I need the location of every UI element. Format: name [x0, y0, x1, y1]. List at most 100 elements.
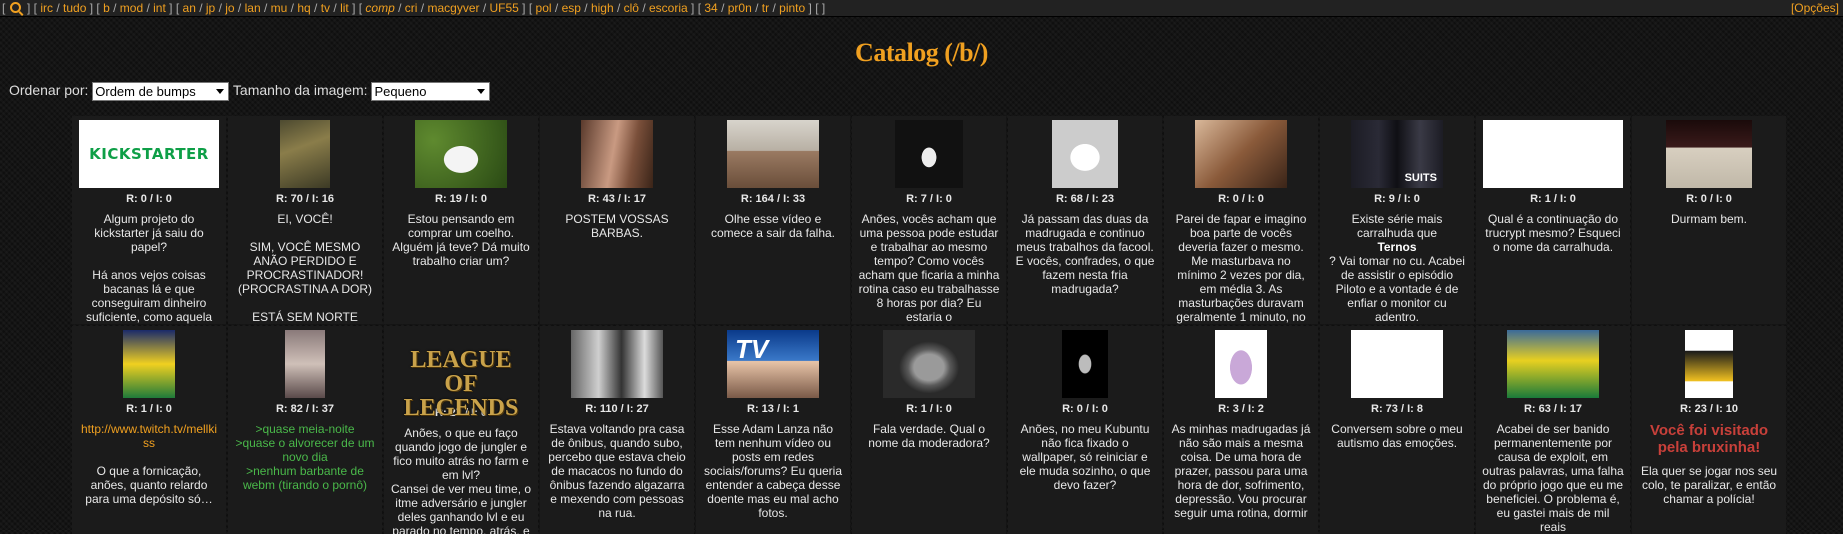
catalog-thread[interactable]: R: 7 / I: 0 Anões, vocês acham que uma pe…	[852, 116, 1006, 324]
catalog-thread[interactable]: LEAGUE OF LEGENDS R: 27 / I: 0 Anões, o qu…	[384, 326, 538, 534]
catalog-thread[interactable]: R: 43 / I: 17 POSTEM VOSSAS BARBAS.	[540, 116, 694, 324]
sort-select[interactable]: Ordem de bumps	[92, 82, 230, 101]
catalog-thread[interactable]: R: 82 / I: 37 >quase meia-noite >quase o …	[228, 326, 382, 534]
image-size-select[interactable]: Pequeno	[371, 82, 491, 101]
board-link-34[interactable]: 34	[704, 1, 717, 15]
board-link-b[interactable]: b	[103, 1, 110, 15]
catalog-thread[interactable]: TV R: 13 / I: 1 Esse Adam Lanza não tem ne…	[696, 326, 850, 534]
board-link-esp[interactable]: esp	[562, 1, 581, 15]
catalog-thread[interactable]: R: 68 / I: 23 Já passam das duas da madru…	[1008, 116, 1162, 324]
thread-thumbnail[interactable]	[123, 330, 175, 398]
board-link-pol[interactable]: pol	[536, 1, 552, 15]
search-icon[interactable]	[9, 2, 21, 13]
board-link-mod[interactable]: mod	[120, 1, 143, 15]
board-link-mu[interactable]: mu	[271, 1, 288, 15]
thread-thumbnail[interactable]	[571, 330, 663, 398]
thread-teaser: Você foi visitado pela bruxinha! Ela quer…	[1632, 416, 1786, 506]
board-link-pr0n[interactable]: pr0n	[728, 1, 752, 15]
reply-image-count: R: 0 / I: 0	[126, 193, 172, 205]
thread-thumbnail[interactable]	[895, 120, 963, 188]
bracket-close: ]	[805, 1, 816, 15]
teaser-text: Fala verdade. Qual o nome da moderadora?	[868, 422, 990, 450]
thread-thumbnail[interactable]: SUITS	[1351, 120, 1443, 188]
catalog-thread[interactable]: R: 1 / I: 0 Fala verdade. Qual o nome da …	[852, 326, 1006, 534]
bracket-open: [	[528, 1, 536, 15]
board-link-jo[interactable]: jo	[225, 1, 234, 15]
reply-image-count: R: 73 / I: 8	[1371, 403, 1423, 415]
page-title: Catalog (/b/)	[855, 38, 988, 67]
board-link-hq[interactable]: hq	[297, 1, 310, 15]
board-link-jp[interactable]: jp	[206, 1, 215, 15]
thread-teaser: Olhe esse vídeo e comece a sair da falha…	[696, 206, 850, 240]
thread-thumbnail[interactable]	[1507, 330, 1599, 398]
bracket-separator: ] [	[23, 1, 41, 15]
board-link-cri[interactable]: cri	[405, 1, 418, 15]
thread-thumbnail[interactable]: KICKSTARTER	[79, 120, 219, 188]
catalog-thread[interactable]: R: 0 / I: 0 Anões, no meu Kubuntu não fic…	[1008, 326, 1162, 534]
reply-image-count: R: 0 / I: 0	[1062, 403, 1108, 415]
thread-thumbnail[interactable]	[280, 120, 330, 188]
board-link-lit[interactable]: lit	[340, 1, 349, 15]
board-list: [ ] [ irc / tudo ] [ b / mod / int ] [ a…	[2, 0, 825, 16]
bracket-close: ]	[518, 1, 529, 15]
board-link-tv[interactable]: tv	[321, 1, 330, 15]
catalog-thread[interactable]: R: 3 / I: 2 As minhas madrugadas já não s…	[1164, 326, 1318, 534]
catalog-thread[interactable]: R: 0 / I: 0 Parei de fapar e imagino boa …	[1164, 116, 1318, 324]
board-separator: /	[613, 1, 624, 15]
reply-image-count: R: 82 / I: 37	[275, 403, 335, 415]
catalog-thread[interactable]: R: 1 / I: 0 Qual é a continuação do trucr…	[1476, 116, 1630, 324]
teaser-text_before: Existe série mais carralhuda que	[1351, 212, 1443, 240]
thread-thumbnail[interactable]	[883, 330, 975, 398]
board-link-lan[interactable]: lan	[245, 1, 261, 15]
options-link[interactable]: [Opções]	[1791, 0, 1839, 16]
catalog-thread[interactable]: R: 0 / I: 0 Durmam bem.	[1632, 116, 1786, 324]
chevron-down-icon	[216, 89, 225, 94]
thread-thumbnail[interactable]	[1666, 120, 1752, 188]
reply-image-count: R: 1 / I: 0	[1530, 193, 1576, 205]
board-link-an[interactable]: an	[183, 1, 196, 15]
catalog-thread[interactable]: R: 1 / I: 0 http://www.twitch.tv/mellkiss…	[72, 326, 226, 534]
thread-thumbnail[interactable]	[1195, 120, 1287, 188]
thread-thumbnail[interactable]	[1062, 330, 1108, 398]
catalog-thread[interactable]: R: 23 / I: 10 Você foi visitado pela brux…	[1632, 326, 1786, 534]
catalog-thread[interactable]: R: 63 / I: 17 Acabei de ser banido perman…	[1476, 326, 1630, 534]
board-link-irc[interactable]: irc	[40, 1, 53, 15]
teaser-text: Estou pensando em comprar um coelho. Alg…	[392, 212, 530, 268]
board-link-high[interactable]: high	[591, 1, 614, 15]
thread-thumbnail[interactable]	[1351, 330, 1443, 398]
board-link-pinto[interactable]: pinto	[779, 1, 805, 15]
thread-thumbnail[interactable]	[1215, 330, 1267, 398]
catalog-thread[interactable]: R: 70 / I: 16 EI, VOCÊ! SIM, VOCÊ MESMO A…	[228, 116, 382, 324]
thread-thumbnail[interactable]	[1483, 120, 1623, 188]
thread-thumbnail[interactable]	[581, 120, 653, 188]
board-link-int[interactable]: int	[153, 1, 166, 15]
thread-teaser: Esse Adam Lanza não tem nenhum vídeo ou …	[696, 416, 850, 520]
board-link-tudo[interactable]: tudo	[63, 1, 86, 15]
thread-teaser: Estava voltando pra casa de ônibus, quan…	[540, 416, 694, 520]
reply-image-count: R: 70 / I: 16	[275, 193, 335, 205]
thread-thumbnail[interactable]	[285, 330, 325, 398]
board-link-macgyver[interactable]: macgyver	[427, 1, 479, 15]
catalog-thread[interactable]: R: 164 / I: 33 Olhe esse vídeo e comece a…	[696, 116, 850, 324]
catalog-thread[interactable]: KICKSTARTER R: 0 / I: 0 Algum projeto do k…	[72, 116, 226, 324]
bracket-open: [	[175, 1, 183, 15]
thread-thumbnail[interactable]: LEAGUE OF LEGENDS	[391, 338, 531, 420]
reply-image-count: R: 9 / I: 0	[1374, 193, 1420, 205]
thumbnail-caption: TV	[735, 334, 769, 364]
thread-teaser: Algum projeto do kickstarter já saiu do …	[72, 206, 226, 324]
board-link-UF55[interactable]: UF55	[490, 1, 519, 15]
thread-thumbnail[interactable]	[1052, 120, 1118, 188]
thread-thumbnail[interactable]	[1685, 330, 1733, 398]
board-link-comp[interactable]: comp	[365, 1, 394, 15]
thread-thumbnail[interactable]: TV	[727, 330, 819, 398]
catalog-thread[interactable]: R: 110 / I: 27 Estava voltando pra casa d…	[540, 326, 694, 534]
catalog-thread[interactable]: SUITS R: 9 / I: 0 Existe série mais carral…	[1320, 116, 1474, 324]
thread-thumbnail[interactable]	[415, 120, 507, 188]
catalog-thread[interactable]: R: 19 / I: 0 Estou pensando em comprar um…	[384, 116, 538, 324]
board-link-escoria[interactable]: escoria	[649, 1, 688, 15]
thread-thumbnail[interactable]	[727, 120, 819, 188]
reply-image-count: R: 13 / I: 1	[747, 403, 799, 415]
catalog-thread[interactable]: R: 73 / I: 8 Conversem sobre o meu autism…	[1320, 326, 1474, 534]
bracket-close: ]	[348, 1, 359, 15]
board-link-clô[interactable]: clô	[624, 1, 639, 15]
